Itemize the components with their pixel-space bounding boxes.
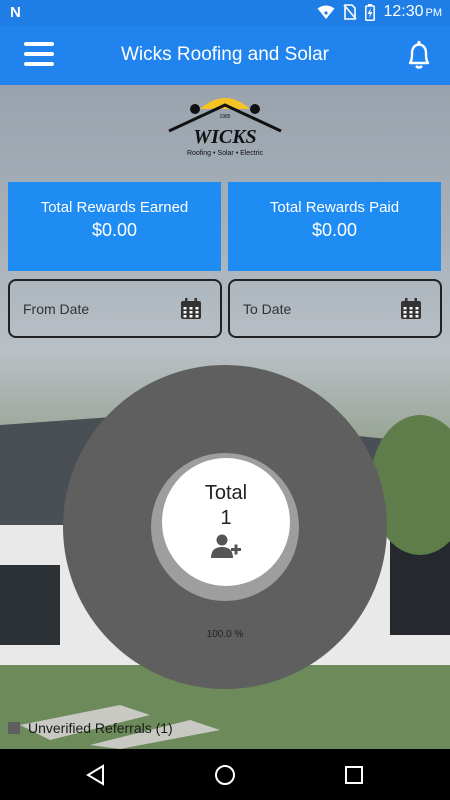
to-date-label: To Date bbox=[243, 301, 292, 317]
calendar-icon[interactable] bbox=[400, 298, 422, 320]
donut-total-label: Total bbox=[204, 482, 248, 504]
no-sim-icon bbox=[343, 4, 358, 20]
total-rewards-paid-card: Total Rewards Paid $0.00 bbox=[228, 182, 441, 271]
to-date-field[interactable]: To Date bbox=[228, 279, 442, 338]
dashboard-content: 1985 WICKS Roofing • Solar • Electric To… bbox=[0, 85, 450, 749]
logo-brand: WICKS bbox=[193, 126, 256, 148]
add-user-icon[interactable] bbox=[210, 534, 242, 558]
rewards-paid-label: Total Rewards Paid bbox=[269, 199, 400, 216]
donut-total-value: 1 bbox=[220, 507, 232, 529]
bell-icon bbox=[408, 40, 430, 69]
system-navigation-bar bbox=[0, 749, 450, 800]
from-date-label: From Date bbox=[23, 301, 90, 317]
calendar-icon[interactable] bbox=[180, 298, 202, 320]
clock-time: 12:30 bbox=[383, 3, 424, 20]
logo-since: 1985 bbox=[219, 114, 230, 120]
battery-charging-icon bbox=[365, 3, 376, 21]
status-bar: N 12:30 PM bbox=[0, 0, 450, 26]
notifications-button[interactable] bbox=[402, 38, 436, 72]
slice-percent-label: 100.0 % bbox=[206, 629, 244, 640]
legend-label: Unverified Referrals (1) bbox=[28, 720, 173, 736]
from-date-field[interactable]: From Date bbox=[8, 279, 222, 338]
rewards-earned-label: Total Rewards Earned bbox=[40, 199, 189, 216]
app-title: Wicks Roofing and Solar bbox=[120, 44, 330, 65]
clock-ampm: PM bbox=[425, 7, 443, 19]
app-bar: Wicks Roofing and Solar bbox=[0, 26, 450, 85]
home-icon[interactable] bbox=[212, 762, 238, 788]
logo-tagline: Roofing • Solar • Electric bbox=[187, 150, 264, 157]
total-rewards-earned-card: Total Rewards Earned $0.00 bbox=[8, 182, 221, 271]
wicks-logo: 1985 WICKS Roofing • Solar • Electric bbox=[168, 98, 282, 157]
legend-swatch bbox=[8, 722, 20, 734]
notification-mark: N bbox=[10, 4, 21, 21]
rewards-earned-value: $0.00 bbox=[91, 220, 138, 240]
clock: 12:30 PM bbox=[383, 3, 442, 21]
recent-apps-icon[interactable] bbox=[341, 762, 367, 788]
chart-legend: Unverified Referrals (1) bbox=[8, 720, 173, 736]
back-icon[interactable] bbox=[83, 762, 109, 788]
wifi-icon bbox=[317, 5, 335, 19]
donut-center: Total 1 bbox=[162, 458, 290, 586]
rewards-paid-value: $0.00 bbox=[311, 220, 358, 240]
